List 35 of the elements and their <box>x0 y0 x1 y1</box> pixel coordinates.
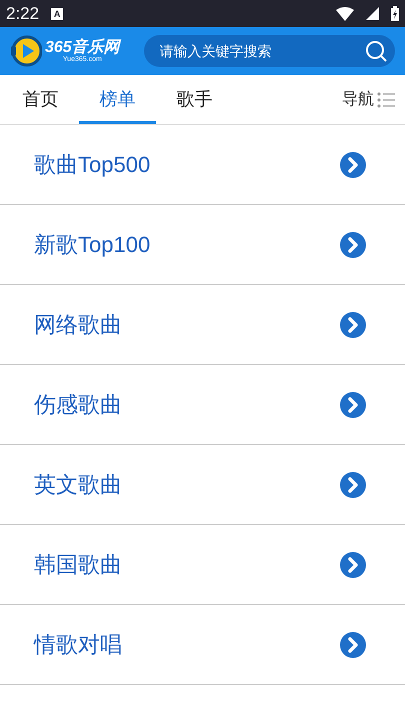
list-item-label: 伤感歌曲 <box>34 391 122 419</box>
tab[interactable]: 歌手 <box>156 75 233 124</box>
list-item[interactable]: 英文歌曲 <box>0 445 405 525</box>
list-item-label: 网络歌曲 <box>34 311 122 339</box>
logo-icon <box>10 35 42 67</box>
list-item[interactable]: 歌曲Top500 <box>0 125 405 205</box>
list-item-label: 情歌对唱 <box>34 631 122 659</box>
status-time: 2:22 <box>6 2 40 25</box>
list-item[interactable]: 韩国歌曲 <box>0 525 405 605</box>
battery-icon <box>391 6 399 21</box>
chevron-right-icon <box>339 310 367 338</box>
notification-icon: A <box>51 8 64 20</box>
chevron-right-icon <box>339 230 367 258</box>
search-icon[interactable] <box>365 40 387 62</box>
list-icon <box>377 92 395 108</box>
logo-title: 365音乐网 <box>45 40 120 56</box>
list-item[interactable]: 情歌对唱 <box>0 605 405 685</box>
list-item[interactable]: 伤感歌曲 <box>0 365 405 445</box>
search-field[interactable]: 请输入关键字搜索 <box>144 35 395 67</box>
chevron-right-icon <box>339 150 367 178</box>
list-item[interactable]: 新歌Top100 <box>0 205 405 285</box>
chevron-right-icon <box>339 470 367 498</box>
tab[interactable]: 首页 <box>2 75 79 124</box>
signal-icon <box>366 7 379 20</box>
list-item-label: 歌曲Top500 <box>34 151 150 179</box>
wifi-icon <box>336 6 354 20</box>
chevron-right-icon <box>339 550 367 578</box>
nav-menu-button[interactable]: 导航 <box>342 75 395 124</box>
tab[interactable]: 榜单 <box>79 75 156 124</box>
list-item-label: 韩国歌曲 <box>34 551 122 579</box>
chevron-right-icon <box>339 630 367 658</box>
chevron-right-icon <box>339 390 367 418</box>
list-item-label: 英文歌曲 <box>34 471 122 499</box>
list-item-label: 新歌Top100 <box>34 231 150 259</box>
list-item[interactable]: 网络歌曲 <box>0 285 405 365</box>
